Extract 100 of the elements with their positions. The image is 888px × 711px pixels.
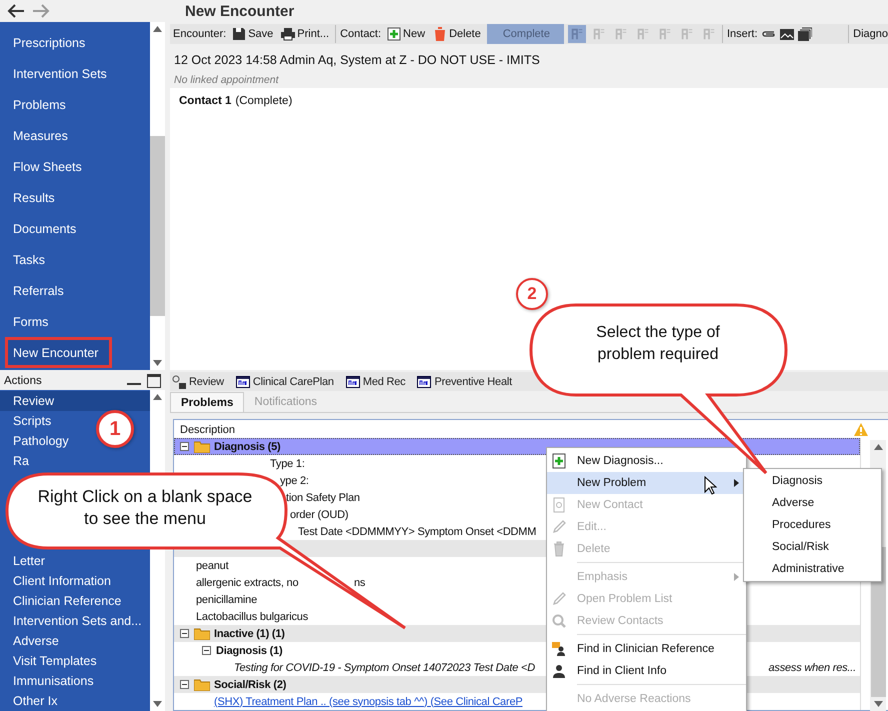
- nav-item[interactable]: Problems: [0, 89, 74, 120]
- new-button[interactable]: New: [385, 27, 428, 41]
- menu-item[interactable]: Diagnosis: [744, 470, 881, 492]
- image-icon[interactable]: [780, 27, 794, 41]
- maximize-icon[interactable]: [147, 374, 161, 388]
- menu-item[interactable]: New Problem: [547, 472, 746, 494]
- folder-icon: [194, 628, 210, 640]
- nav-item[interactable]: Results: [0, 182, 63, 213]
- nav-item[interactable]: Forms: [0, 306, 56, 337]
- collapse-icon[interactable]: [180, 442, 189, 451]
- action-item[interactable]: Review: [0, 391, 150, 411]
- caret-icon: [734, 573, 740, 581]
- problem-text: Test Date <DDMMMYY> Symptom Onset <DDMM: [298, 526, 536, 538]
- nav-item[interactable]: Documents: [0, 213, 84, 244]
- delete-button[interactable]: Delete: [431, 27, 483, 41]
- problem-link[interactable]: (SHX) Treatment Plan .. (see synopsis tab ^^) (See Clinical CareP: [214, 696, 522, 708]
- menu-item[interactable]: Adverse: [744, 492, 881, 514]
- window-icon: [236, 374, 250, 388]
- gallery-icon[interactable]: [798, 27, 812, 41]
- group-label: Inactive (1) (1): [214, 628, 285, 640]
- appointment-text: No linked appointment: [173, 74, 280, 86]
- person-icon: [551, 663, 567, 679]
- print-button[interactable]: Print...: [279, 27, 332, 41]
- scrollbar-thumb[interactable]: [150, 136, 165, 316]
- format-icon[interactable]: [568, 25, 586, 43]
- action-item[interactable]: Letter: [0, 551, 48, 571]
- action-item[interactable]: Immunisations: [0, 671, 97, 691]
- toolbar-label: Encounter:: [173, 28, 226, 40]
- collapse-icon[interactable]: [202, 646, 211, 655]
- tab[interactable]: Clinical CarePlan: [234, 374, 336, 388]
- folder-icon: [194, 440, 210, 452]
- tab[interactable]: Preventive Healt: [415, 374, 514, 388]
- encounter-summary: 12 Oct 2023 14:58 Admin Aq, System at Z - DO NOT USE - IMITS: [173, 53, 541, 67]
- scroll-up-icon[interactable]: [153, 394, 162, 400]
- problem-text: Testing for COVID-19 - Symptom Onset 14072023 Test Date <D: [234, 662, 535, 674]
- tab[interactable]: Med Rec: [344, 374, 408, 388]
- toolbar-label: Diagno: [853, 28, 888, 40]
- collapse-icon[interactable]: [180, 680, 189, 689]
- problem-text: assess when res...: [768, 662, 856, 674]
- problem-text: order (OUD): [290, 508, 348, 520]
- problem-text: tion Safety Plan: [286, 492, 360, 504]
- folder-icon: [194, 678, 210, 690]
- panel-title: Actions: [4, 375, 42, 387]
- action-item[interactable]: Client Information: [0, 571, 114, 591]
- action-item[interactable]: Intervention Sets and...: [0, 611, 145, 631]
- search-icon: [551, 613, 567, 629]
- group-label: Social/Risk (2): [214, 678, 286, 690]
- action-item[interactable]: Adverse: [0, 631, 62, 651]
- nav-item[interactable]: Referrals: [0, 275, 72, 306]
- menu-item[interactable]: Social/Risk: [744, 536, 881, 558]
- folder-person-icon: [551, 641, 567, 657]
- menu-item[interactable]: Administrative: [744, 558, 881, 580]
- pencil-icon: [551, 519, 567, 535]
- action-item[interactable]: Visit Templates: [0, 651, 100, 671]
- scroll-down-icon[interactable]: [153, 360, 162, 366]
- nav-item[interactable]: Prescriptions: [0, 27, 94, 58]
- action-item[interactable]: Pathology: [0, 431, 72, 451]
- action-item[interactable]: Ra: [0, 451, 32, 471]
- collapse-icon[interactable]: [180, 629, 189, 638]
- printer-icon: [281, 27, 296, 41]
- group-label: Diagnosis (5): [214, 440, 280, 452]
- group-label: Diagnosis (1): [216, 644, 282, 656]
- problem-text: peanut: [196, 560, 228, 572]
- action-item[interactable]: Other Ix: [0, 691, 60, 711]
- cursor-icon: [704, 476, 717, 495]
- problem-text: allergenic extracts, no: [196, 576, 298, 588]
- nav-item[interactable]: Measures: [0, 120, 76, 151]
- window-icon: [346, 374, 360, 388]
- nav-item[interactable]: New Encounter: [5, 337, 112, 368]
- scroll-down-icon[interactable]: [874, 701, 882, 707]
- trash-icon: [551, 541, 567, 557]
- nav-item[interactable]: Flow Sheets: [0, 151, 90, 182]
- action-item[interactable]: Clinician Reference: [0, 591, 124, 611]
- nav-item[interactable]: Tasks: [0, 244, 53, 275]
- toolbar-label: Contact:: [340, 28, 382, 40]
- warning-icon: [854, 423, 868, 436]
- tab[interactable]: Problems: [170, 392, 244, 412]
- page-icon: [551, 497, 567, 513]
- menu-item[interactable]: Procedures: [744, 514, 881, 536]
- window-icon: [417, 374, 432, 388]
- pencil-icon: [551, 591, 567, 607]
- add-icon: [387, 27, 402, 41]
- save-button[interactable]: Save: [230, 27, 276, 41]
- add-icon: [551, 453, 567, 469]
- back-icon[interactable]: [7, 4, 25, 18]
- nav-item[interactable]: Intervention Sets: [0, 58, 115, 89]
- scroll-down-icon[interactable]: [153, 701, 162, 707]
- problem-text: Lactobacillus bulgaricus: [196, 610, 308, 622]
- action-item[interactable]: Scripts: [0, 411, 54, 431]
- toolbar-label: Insert:: [726, 28, 758, 40]
- scroll-up-icon[interactable]: [153, 26, 162, 32]
- contact-status: (Complete): [235, 95, 292, 107]
- tab[interactable]: Review: [170, 374, 226, 388]
- callout-text: Right Click on a blank space to see the menu: [36, 486, 254, 530]
- scroll-up-icon[interactable]: [874, 444, 882, 450]
- contact-title: Contact 1: [179, 95, 232, 107]
- caret-icon: [734, 479, 740, 487]
- problem-text: Type 1:: [270, 458, 305, 470]
- callout-text: Select the type of problem required: [595, 323, 721, 365]
- page-title: New Encounter: [185, 2, 294, 20]
